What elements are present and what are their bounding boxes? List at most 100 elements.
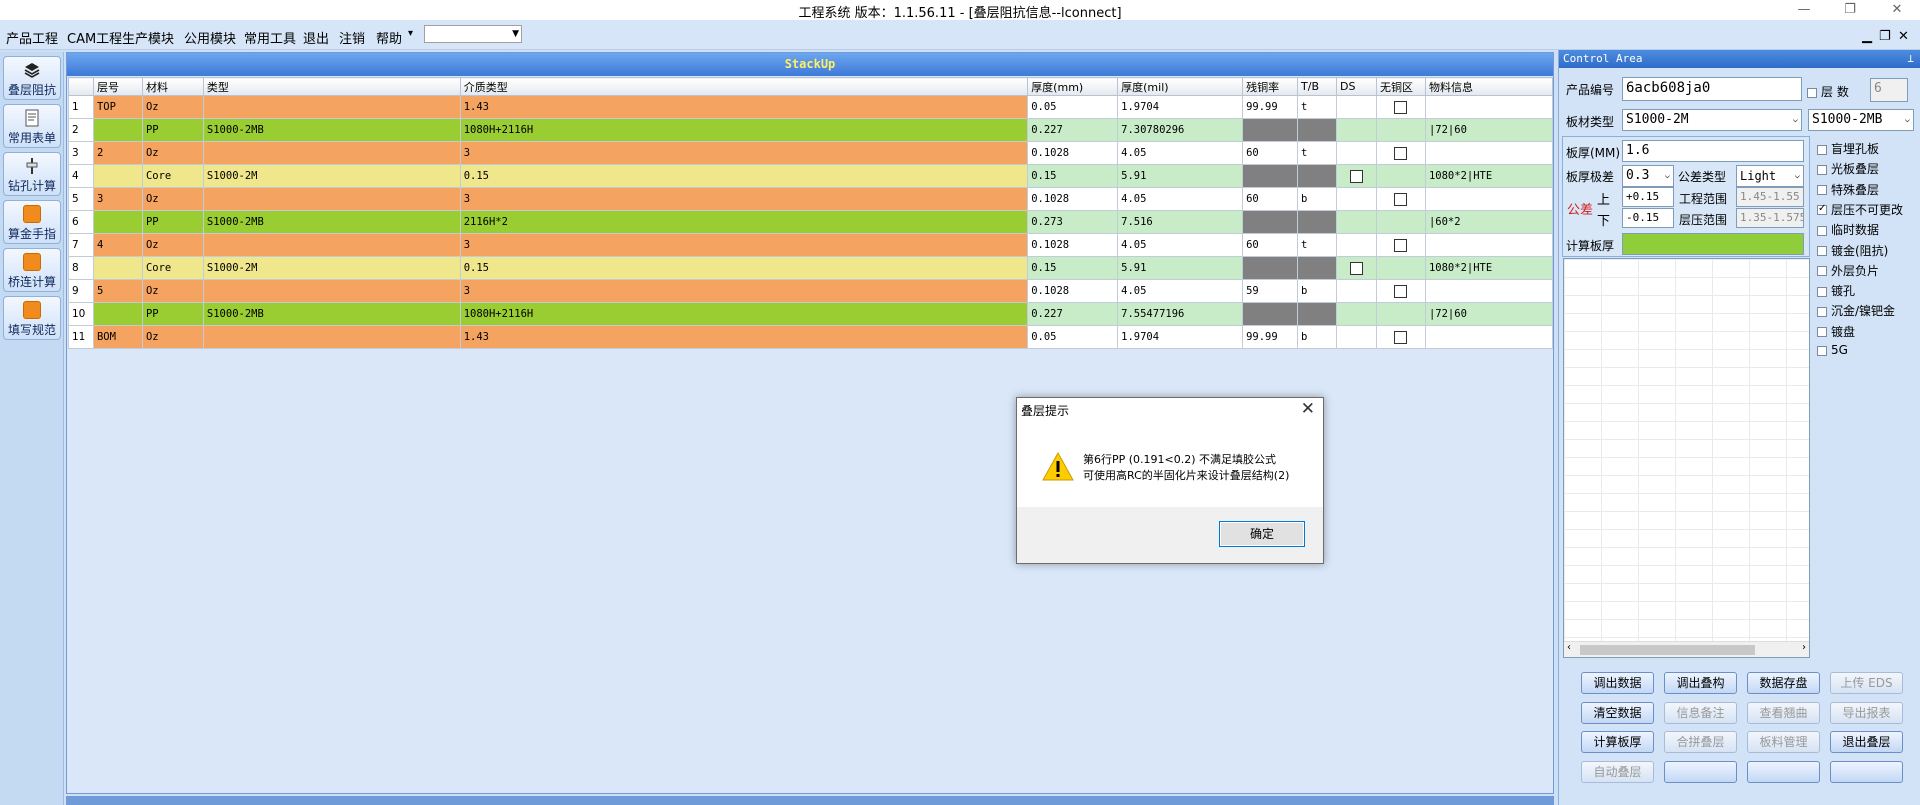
cell-cu[interactable]: 60 xyxy=(1242,233,1299,257)
cell-mil[interactable]: 7.55477196 xyxy=(1117,302,1244,326)
cell-mil[interactable]: 4.05 xyxy=(1117,233,1244,257)
cell-nocu[interactable] xyxy=(1375,95,1426,119)
cell-mm[interactable]: 0.05 xyxy=(1027,325,1119,349)
cell-tb[interactable] xyxy=(1297,302,1338,326)
cell-cu[interactable] xyxy=(1242,164,1299,188)
cell-mat[interactable]: Oz xyxy=(141,141,204,165)
cell-mm[interactable]: 0.15 xyxy=(1027,256,1119,280)
cell-nocu[interactable] xyxy=(1375,118,1426,142)
cell-ds[interactable] xyxy=(1336,256,1377,280)
table-row[interactable]: 1 TOP Oz 1.43 0.05 1.9704 99.99 t xyxy=(68,95,1554,119)
layer-count-input[interactable]: 6 xyxy=(1870,78,1908,102)
row-number[interactable]: 9 xyxy=(68,279,94,303)
cell-layer[interactable]: 5 xyxy=(92,279,143,303)
thickness-input[interactable]: 1.6 xyxy=(1622,140,1804,162)
cell-cu[interactable] xyxy=(1242,210,1299,234)
option-checkbox[interactable]: 外层负片 xyxy=(1817,262,1879,279)
table-row[interactable]: 8 Core S1000-2M 0.15 0.15 5.91 1080*2|HTE xyxy=(68,256,1554,280)
cell-mil[interactable]: 1.9704 xyxy=(1117,95,1244,119)
option-checkbox[interactable]: 盲埋孔板 xyxy=(1817,140,1879,157)
option-checkbox[interactable]: 层压不可更改 xyxy=(1817,201,1903,218)
cell-diel[interactable]: 0.15 xyxy=(459,164,1029,188)
cell-info[interactable] xyxy=(1424,187,1554,211)
cell-nocu[interactable] xyxy=(1375,325,1426,349)
cell-info[interactable] xyxy=(1424,141,1554,165)
cell-layer[interactable]: TOP xyxy=(92,95,143,119)
cell-layer[interactable] xyxy=(92,210,143,234)
cell-mat[interactable]: PP xyxy=(141,118,204,142)
cell-diel[interactable]: 3 xyxy=(459,141,1029,165)
cell-diel[interactable]: 3 xyxy=(459,279,1029,303)
cell-mat[interactable]: Oz xyxy=(141,325,204,349)
action-button[interactable]: 自动叠层 xyxy=(1581,760,1654,783)
cell-layer[interactable] xyxy=(92,164,143,188)
cell-type[interactable]: S1000-2M xyxy=(202,256,461,280)
cell-type[interactable]: S1000-2M xyxy=(202,164,461,188)
action-button[interactable]: 清空数据 xyxy=(1581,701,1654,724)
cell-diel[interactable]: 3 xyxy=(459,187,1029,211)
action-button[interactable] xyxy=(1830,760,1903,783)
mdi-close-button[interactable]: ✕ xyxy=(1898,29,1909,44)
row-number[interactable]: 6 xyxy=(68,210,94,234)
cell-mat[interactable]: PP xyxy=(141,302,204,326)
cell-layer[interactable]: 4 xyxy=(92,233,143,257)
cell-mat[interactable]: PP xyxy=(141,210,204,234)
gold-finger-button[interactable]: 算金手指 xyxy=(3,200,61,244)
menu-item-public[interactable]: 公用模块 xyxy=(184,28,236,47)
menu-item-logout[interactable]: 注销 xyxy=(339,28,365,47)
cell-cu[interactable] xyxy=(1242,118,1299,142)
cell-cu[interactable]: 99.99 xyxy=(1242,95,1299,119)
column-header[interactable]: 无铜区 xyxy=(1375,77,1426,96)
cell-mil[interactable]: 5.91 xyxy=(1117,164,1244,188)
column-header[interactable] xyxy=(68,77,94,96)
cell-info[interactable] xyxy=(1424,279,1554,303)
cell-mat[interactable]: Oz xyxy=(141,279,204,303)
option-checkbox[interactable]: 镀盘 xyxy=(1817,323,1855,340)
cell-ds[interactable] xyxy=(1336,141,1377,165)
cell-ds[interactable] xyxy=(1336,187,1377,211)
drill-calc-button[interactable]: 钻孔计算 xyxy=(3,152,61,196)
menu-item-product[interactable]: 产品工程 xyxy=(6,28,58,47)
cell-mm[interactable]: 0.227 xyxy=(1027,302,1119,326)
table-row[interactable]: 9 5 Oz 3 0.1028 4.05 59 b xyxy=(68,279,1554,303)
column-header[interactable]: T/B xyxy=(1297,77,1338,96)
column-header[interactable]: 材料 xyxy=(141,77,204,96)
cell-diel[interactable]: 3 xyxy=(459,233,1029,257)
cell-tb[interactable]: t xyxy=(1297,95,1338,119)
cell-cu[interactable]: 60 xyxy=(1242,187,1299,211)
cell-mm[interactable]: 0.273 xyxy=(1027,210,1119,234)
layer-count-checkbox[interactable]: 层 数 xyxy=(1807,83,1849,100)
cell-mat[interactable]: Core xyxy=(141,164,204,188)
product-no-input[interactable]: 6acb608ja0 xyxy=(1622,77,1802,101)
row-number[interactable]: 7 xyxy=(68,233,94,257)
table-row[interactable]: 2 PP S1000-2MB 1080H+2116H 0.227 7.30780296 |7… xyxy=(68,118,1554,142)
column-header[interactable]: 厚度(mil) xyxy=(1117,77,1244,96)
column-header[interactable]: 残铜率 xyxy=(1242,77,1299,96)
cell-type[interactable] xyxy=(202,325,461,349)
cell-info[interactable]: 1080*2|HTE xyxy=(1424,256,1554,280)
option-checkbox[interactable]: 特殊叠层 xyxy=(1817,181,1879,198)
no-copper-checkbox[interactable] xyxy=(1394,100,1408,114)
cell-layer[interactable]: 2 xyxy=(92,141,143,165)
maximize-button[interactable]: ❐ xyxy=(1827,0,1873,20)
cell-nocu[interactable] xyxy=(1375,141,1426,165)
cell-layer[interactable] xyxy=(92,302,143,326)
cell-mat[interactable]: Oz xyxy=(141,187,204,211)
cell-mm[interactable]: 0.1028 xyxy=(1027,187,1119,211)
column-header[interactable]: 类型 xyxy=(202,77,461,96)
cell-tb[interactable] xyxy=(1297,164,1338,188)
menu-item-tools[interactable]: 常用工具 xyxy=(244,28,296,47)
ds-checkbox[interactable] xyxy=(1350,169,1363,183)
cell-mm[interactable]: 0.05 xyxy=(1027,95,1119,119)
cell-nocu[interactable] xyxy=(1375,256,1426,280)
cell-info[interactable]: |72|60 xyxy=(1424,302,1554,326)
action-button[interactable]: 查看翘曲 xyxy=(1747,701,1820,724)
cell-nocu[interactable] xyxy=(1375,210,1426,234)
option-checkbox[interactable]: 5G xyxy=(1817,343,1848,357)
cell-info[interactable]: 1080*2|HTE xyxy=(1424,164,1554,188)
cell-type[interactable]: S1000-2MB xyxy=(202,210,461,234)
mdi-restore-button[interactable]: ❐ xyxy=(1879,29,1891,44)
board-type2-select[interactable]: S1000-2MB ⌵ xyxy=(1808,109,1914,131)
cell-tb[interactable] xyxy=(1297,118,1338,142)
cell-cu[interactable]: 59 xyxy=(1242,279,1299,303)
